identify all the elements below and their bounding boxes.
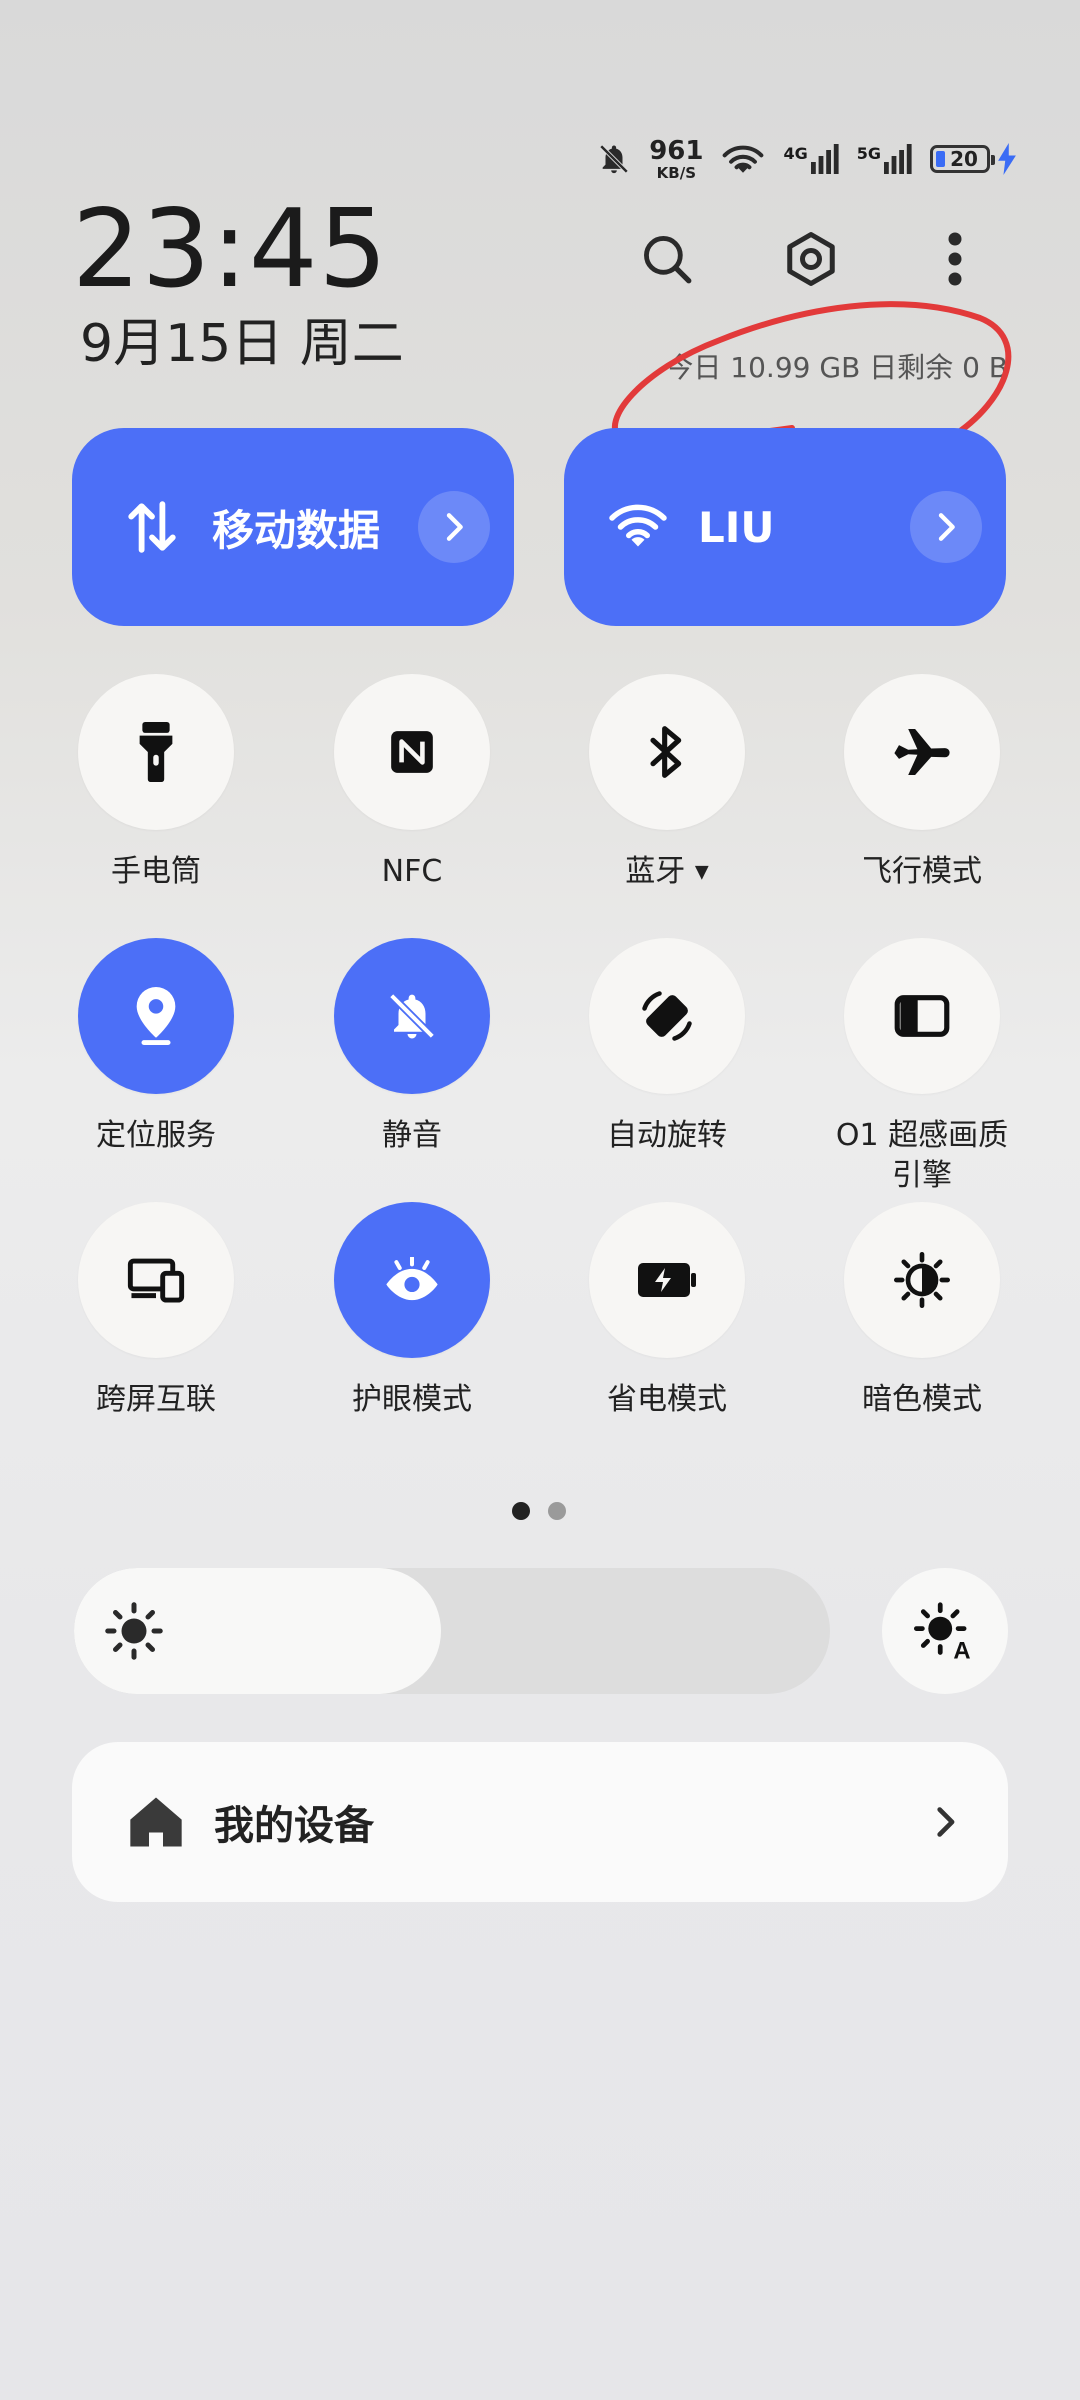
mobile-data-tile[interactable]: 移动数据: [72, 428, 514, 626]
page-indicator-dot-active[interactable]: [512, 1502, 530, 1520]
tile-multi-screen[interactable]: 跨屏互联: [56, 1202, 256, 1420]
brightness-icon: [105, 1602, 163, 1660]
display-engine-toggle[interactable]: [844, 938, 1000, 1094]
dark-mode-icon: [894, 1252, 950, 1308]
auto-brightness-button[interactable]: A: [882, 1568, 1008, 1694]
tile-nfc[interactable]: NFC: [312, 674, 512, 892]
search-button[interactable]: [632, 224, 702, 294]
auto-rotate-icon: [642, 991, 692, 1041]
bluetooth-label: 蓝牙: [625, 854, 686, 889]
bell-off-icon: [599, 144, 629, 174]
dark-mode-toggle[interactable]: [844, 1202, 1000, 1358]
date[interactable]: 9月15日 周二: [80, 318, 404, 370]
location-icon: [136, 987, 176, 1045]
brightness-slider[interactable]: [74, 1568, 830, 1694]
wifi-icon: [608, 497, 668, 557]
svg-text:A: A: [953, 1637, 970, 1661]
tile-bluetooth[interactable]: 蓝牙 ▼: [567, 674, 767, 893]
eye-icon: [386, 1257, 438, 1301]
flashlight-toggle[interactable]: [78, 674, 234, 830]
signal-4g: 4G: [783, 144, 839, 174]
status-bar: 961 KB/S 4G 5G 20: [597, 132, 1016, 186]
airplane-icon: [894, 729, 950, 775]
caret-down-icon[interactable]: ▼: [695, 862, 709, 883]
tile-silent[interactable]: 静音: [312, 938, 512, 1156]
network-speed: 961 KB/S: [649, 138, 703, 181]
network-speed-unit: KB/S: [656, 163, 696, 182]
charging-bolt-icon: [998, 143, 1016, 175]
tile-label: 跨屏互联: [96, 1382, 216, 1417]
battery-saver-toggle[interactable]: [589, 1202, 745, 1358]
search-icon: [644, 236, 692, 284]
display-engine-label-line1: O1 超感画质: [835, 1118, 1009, 1153]
tile-label: 定位服务: [96, 1118, 216, 1153]
home-icon: [130, 1797, 182, 1847]
auto-brightness-icon: A: [914, 1602, 971, 1661]
bell-off-icon: [389, 993, 435, 1039]
location-toggle[interactable]: [78, 938, 234, 1094]
battery-indicator: 20: [930, 143, 1016, 175]
battery-icon: 20: [930, 145, 995, 173]
signal-bars-icon: [884, 144, 912, 174]
settings-button[interactable]: [776, 224, 846, 294]
auto-rotate-toggle[interactable]: [589, 938, 745, 1094]
tile-display-engine[interactable]: O1 超感画质 引擎: [822, 938, 1022, 1196]
tile-label: 蓝牙 ▼: [567, 852, 767, 893]
chevron-right-icon: [938, 513, 955, 541]
my-devices-label: 我的设备: [214, 1803, 374, 1849]
battery-saver-icon: [638, 1263, 696, 1297]
tile-dark-mode[interactable]: 暗色模式: [822, 1202, 1022, 1420]
tile-label: NFC: [381, 854, 443, 889]
tile-battery-saver[interactable]: 省电模式: [567, 1202, 767, 1420]
mobile-data-arrows-icon: [122, 497, 182, 557]
tile-location[interactable]: 定位服务: [56, 938, 256, 1156]
tile-label: 自动旋转: [607, 1118, 727, 1153]
tile-label: 护眼模式: [352, 1382, 472, 1417]
eye-comfort-toggle[interactable]: [334, 1202, 490, 1358]
mobile-data-label: 移动数据: [212, 505, 381, 555]
battery-level: 20: [950, 147, 978, 171]
nfc-toggle[interactable]: [334, 674, 490, 830]
wifi-expand-button[interactable]: [910, 491, 982, 563]
signal-4g-label: 4G: [783, 144, 808, 163]
more-vertical-icon: [948, 232, 962, 286]
gear-icon: [787, 232, 835, 286]
tile-airplane-mode[interactable]: 飞行模式: [822, 674, 1022, 892]
airplane-mode-toggle[interactable]: [844, 674, 1000, 830]
tile-eye-comfort[interactable]: 护眼模式: [312, 1202, 512, 1420]
tile-label: 静音: [382, 1118, 442, 1153]
display-engine-label-line2: 引擎: [892, 1158, 952, 1193]
signal-5g-label: 5G: [856, 144, 881, 163]
bluetooth-toggle[interactable]: [589, 674, 745, 830]
chevron-right-icon: [937, 1807, 955, 1837]
tile-auto-rotate[interactable]: 自动旋转: [567, 938, 767, 1156]
tile-label: 飞行模式: [862, 854, 982, 889]
nfc-icon: [391, 731, 433, 773]
tile-label: 手电筒: [111, 854, 201, 889]
more-options-button[interactable]: [920, 224, 990, 294]
flashlight-icon: [139, 722, 173, 782]
tile-flashlight[interactable]: 手电筒: [56, 674, 256, 892]
multi-screen-toggle[interactable]: [78, 1202, 234, 1358]
my-devices-card[interactable]: 我的设备: [72, 1742, 1008, 1902]
tile-label: 暗色模式: [862, 1382, 982, 1417]
network-speed-value: 961: [649, 135, 704, 166]
multi-screen-icon: [127, 1258, 185, 1303]
signal-5g: 5G: [857, 144, 912, 174]
display-engine-icon: [894, 995, 950, 1037]
wifi-tile[interactable]: LIU: [564, 428, 1006, 626]
chevron-right-icon: [446, 513, 463, 541]
silent-toggle[interactable]: [334, 938, 490, 1094]
tile-label: O1 超感画质 引擎: [822, 1116, 1022, 1196]
tile-label: 省电模式: [607, 1382, 727, 1417]
bluetooth-icon: [650, 726, 682, 778]
wifi-network-label: LIU: [698, 502, 775, 552]
signal-bars-icon: [810, 144, 839, 174]
mobile-data-expand-button[interactable]: [418, 491, 490, 563]
page-indicator-dot[interactable]: [548, 1502, 566, 1520]
clock[interactable]: 23:45: [72, 196, 388, 304]
wifi-status-icon: [723, 145, 764, 173]
